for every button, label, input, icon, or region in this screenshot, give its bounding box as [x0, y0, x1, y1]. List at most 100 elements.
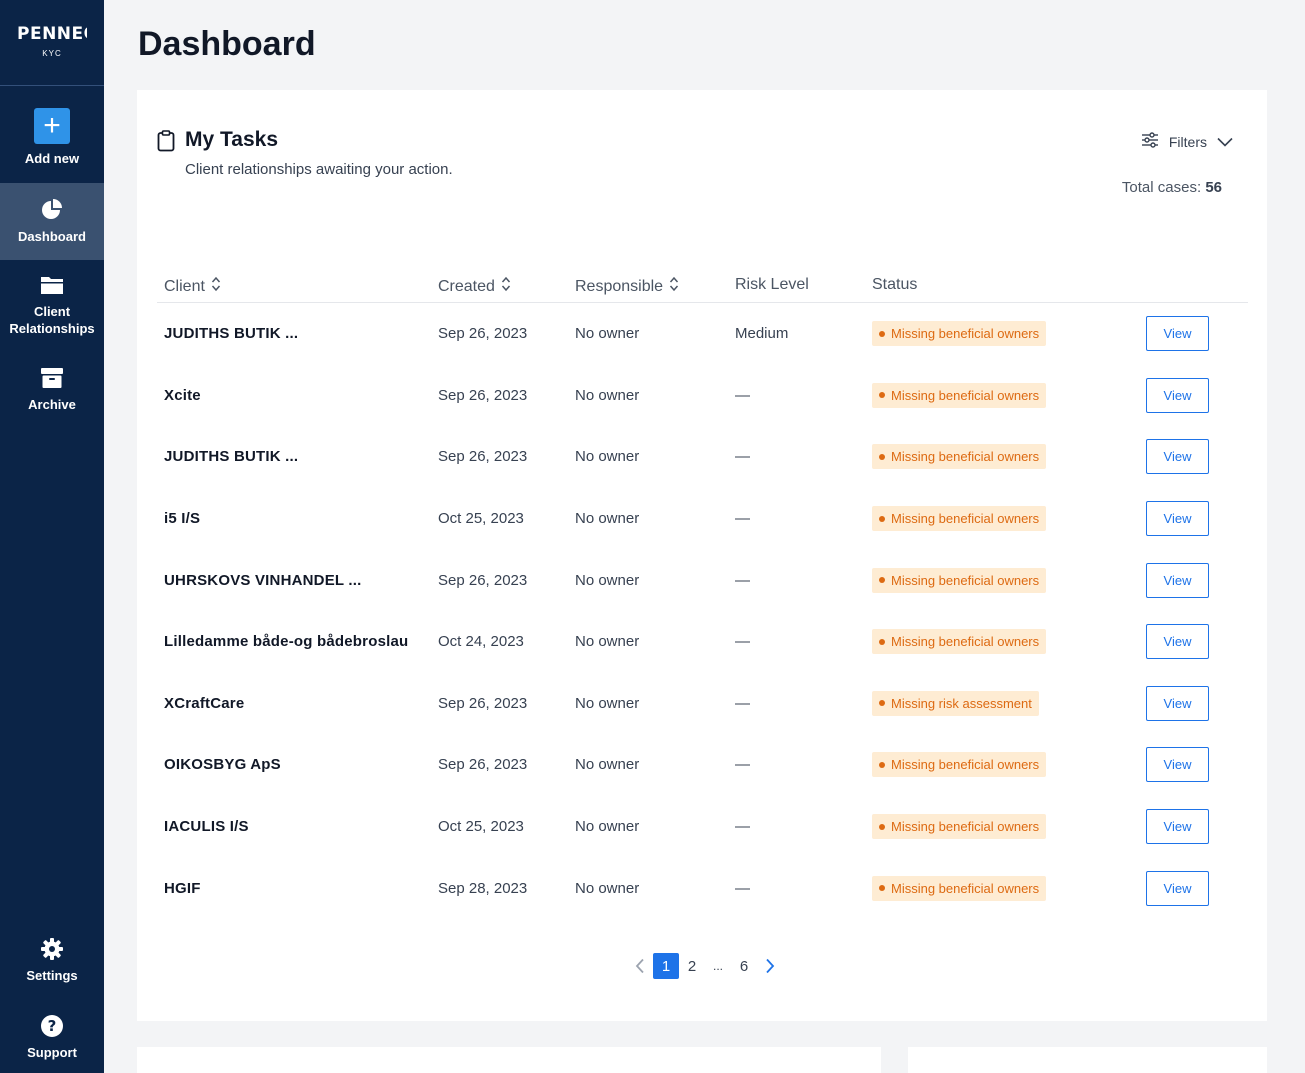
view-button[interactable]: View — [1146, 377, 1209, 413]
add-new-button[interactable]: + Add new — [0, 108, 104, 167]
client-name[interactable]: UHRSKOVS VINHANDEL ... — [164, 549, 361, 611]
pagination-page-1[interactable]: 1 — [653, 953, 679, 979]
status-dot-icon — [879, 700, 885, 707]
view-button[interactable]: View — [1146, 501, 1209, 537]
clipboard-icon — [157, 130, 175, 157]
client-name[interactable]: i5 I/S — [164, 488, 200, 550]
view-button[interactable]: View — [1146, 624, 1209, 660]
action-cell: View — [1146, 857, 1209, 919]
pagination-page-6[interactable]: 6 — [731, 953, 757, 979]
view-button[interactable]: View — [1146, 316, 1209, 352]
client-name[interactable]: IACULIS I/S — [164, 796, 249, 858]
sidebar-item-label: Client Relationships — [9, 304, 95, 336]
filters-button[interactable]: Filters — [1141, 132, 1233, 151]
pagination-next-button[interactable] — [757, 953, 783, 979]
view-button[interactable]: View — [1146, 747, 1209, 783]
view-button[interactable]: View — [1146, 870, 1209, 906]
pagination: 1 2 ... 6 — [627, 953, 783, 979]
svg-text:PENNEO: PENNEO — [17, 24, 87, 43]
table-row: Xcite Sep 26, 2023 No owner — Missing be… — [157, 365, 1248, 427]
action-cell: View — [1146, 303, 1209, 365]
client-name[interactable]: JUDITHS BUTIK ... — [164, 426, 298, 488]
risk-level: Medium — [735, 325, 789, 343]
sidebar-item-client-relationships[interactable]: Client Relationships — [0, 273, 104, 337]
chevron-down-icon — [1217, 134, 1233, 150]
responsible: No owner — [575, 756, 640, 774]
sidebar-item-support[interactable]: ? Support — [0, 1014, 104, 1061]
status-badge: Missing beneficial owners — [872, 506, 1047, 532]
created-date: Oct 24, 2023 — [438, 633, 524, 651]
page-title: Dashboard — [138, 25, 316, 63]
status-cell: Missing beneficial owners — [872, 549, 1047, 611]
dashboard-card-left — [137, 1047, 881, 1073]
client-name[interactable]: OIKOSBYG ApS — [164, 734, 281, 796]
sidebar-item-archive[interactable]: Archive — [0, 366, 104, 413]
status-cell: Missing beneficial owners — [872, 303, 1047, 365]
column-header-responsible[interactable]: Responsible — [575, 276, 679, 297]
responsible: No owner — [575, 448, 640, 466]
status-cell: Missing beneficial owners — [872, 611, 1047, 673]
pagination-page-2[interactable]: 2 — [679, 953, 705, 979]
created-date: Sep 26, 2023 — [438, 325, 528, 343]
client-name[interactable]: HGIF — [164, 857, 201, 919]
sidebar-item-settings[interactable]: Settings — [0, 937, 104, 984]
client-name[interactable]: Xcite — [164, 365, 201, 427]
responsible: No owner — [575, 879, 640, 897]
table-row: JUDITHS BUTIK ... Sep 26, 2023 No owner … — [157, 303, 1248, 365]
gear-icon — [40, 937, 64, 961]
column-label: Risk Level — [735, 276, 809, 293]
column-header-client[interactable]: Client — [164, 276, 221, 297]
column-label: Status — [872, 276, 918, 293]
status-badge: Missing beneficial owners — [872, 382, 1047, 408]
brand-logo[interactable]: PENNEO KYC — [0, 0, 104, 86]
brand-product: KYC — [42, 49, 62, 58]
status-label: Missing beneficial owners — [891, 449, 1040, 465]
created-date: Sep 26, 2023 — [438, 386, 528, 404]
status-label: Missing beneficial owners — [891, 511, 1040, 527]
column-header-risk-level: Risk Level — [735, 276, 809, 294]
column-header-created[interactable]: Created — [438, 276, 511, 297]
sidebar-item-dashboard[interactable]: Dashboard — [0, 183, 104, 260]
penneo-logo-icon: PENNEO — [17, 24, 98, 44]
pie-chart-icon — [41, 198, 63, 222]
status-label: Missing risk assessment — [891, 695, 1032, 711]
status-cell: Missing beneficial owners — [872, 426, 1047, 488]
risk-level: — — [735, 879, 750, 897]
filters-label: Filters — [1168, 133, 1207, 150]
client-name[interactable]: XCraftCare — [164, 673, 244, 735]
created-date: Sep 26, 2023 — [438, 448, 528, 466]
responsible: No owner — [575, 386, 640, 404]
help-circle-icon: ? — [40, 1014, 64, 1038]
status-cell: Missing beneficial owners — [872, 365, 1047, 427]
risk-level: — — [735, 571, 750, 589]
chevron-left-icon — [635, 958, 644, 974]
view-button[interactable]: View — [1146, 685, 1209, 721]
view-button[interactable]: View — [1146, 439, 1209, 475]
status-cell: Missing risk assessment — [872, 673, 1039, 735]
card-subtitle: Client relationships awaiting your actio… — [185, 161, 453, 178]
status-cell: Missing beneficial owners — [872, 857, 1047, 919]
archive-box-icon — [40, 366, 64, 390]
sidebar: PENNEO KYC + Add new Dashboard Client Re… — [0, 0, 104, 1073]
status-badge: Missing beneficial owners — [872, 814, 1047, 840]
table-row: Lilledamme både-og bådebroslau Oct 24, 2… — [157, 611, 1248, 673]
svg-text:?: ? — [48, 1017, 57, 1035]
action-cell: View — [1146, 611, 1209, 673]
table-row: IACULIS I/S Oct 25, 2023 No owner — Miss… — [157, 796, 1248, 858]
client-name[interactable]: JUDITHS BUTIK ... — [164, 303, 298, 365]
sidebar-item-label: Settings — [26, 968, 78, 983]
table-row: UHRSKOVS VINHANDEL ... Sep 26, 2023 No o… — [157, 549, 1248, 611]
status-cell: Missing beneficial owners — [872, 488, 1047, 550]
table-row: HGIF Sep 28, 2023 No owner — Missing ben… — [157, 857, 1248, 919]
status-label: Missing beneficial owners — [891, 387, 1040, 403]
pagination-prev-button[interactable] — [627, 953, 653, 979]
client-name[interactable]: Lilledamme både-og bådebroslau — [164, 611, 408, 673]
action-cell: View — [1146, 673, 1209, 735]
view-button[interactable]: View — [1146, 562, 1209, 598]
view-button[interactable]: View — [1146, 809, 1209, 845]
column-label: Client — [164, 277, 205, 295]
action-cell: View — [1146, 488, 1209, 550]
action-cell: View — [1146, 549, 1209, 611]
created-date: Oct 25, 2023 — [438, 818, 524, 836]
action-cell: View — [1146, 734, 1209, 796]
